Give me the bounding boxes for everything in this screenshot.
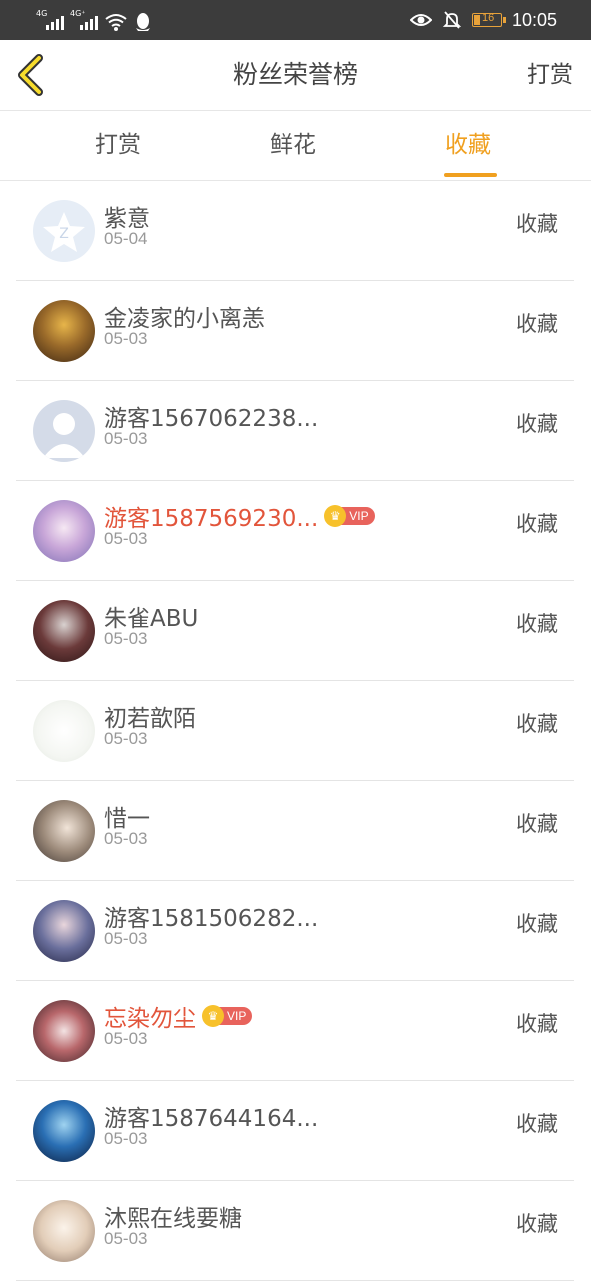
favorite-label: 收藏 — [516, 312, 558, 336]
avatar — [33, 1100, 95, 1162]
favorite-label: 收藏 — [516, 1212, 558, 1236]
signal-icon: 4G — [36, 10, 64, 32]
date: 05-03 — [104, 1029, 148, 1048]
list-item[interactable]: 金凌家的小离恙 05-03 收藏 — [16, 281, 574, 381]
list-item[interactable]: 沐熙在线要糖 05-03 收藏 — [16, 1181, 574, 1281]
user-name: 惜一 — [104, 806, 150, 832]
status-right: 16 10:05 — [409, 8, 557, 32]
app-header: 粉丝荣誉榜 打赏 — [0, 40, 591, 111]
status-bar: 4G 4G⁺ 16 10:05 — [0, 0, 591, 40]
user-name: 游客1567062238... — [104, 406, 319, 432]
date: 05-03 — [104, 1229, 148, 1248]
favorite-label: 收藏 — [516, 912, 558, 936]
vip-badge: ♛ VIP — [202, 1005, 253, 1027]
favorite-label: 收藏 — [516, 212, 558, 236]
status-left: 4G 4G⁺ — [36, 8, 152, 32]
favorite-label: 收藏 — [516, 412, 558, 436]
date: 05-03 — [104, 429, 148, 448]
avatar — [33, 800, 95, 862]
tab-bar: 打赏 鲜花 收藏 — [0, 111, 591, 181]
date: 05-03 — [104, 929, 148, 948]
date: 05-03 — [104, 1129, 148, 1148]
user-name: 朱雀ABU — [104, 606, 199, 632]
avatar — [33, 300, 95, 362]
user-name: 游客1587644164... — [104, 1106, 319, 1132]
avatar — [33, 900, 95, 962]
tab-reward[interactable]: 打赏 — [95, 129, 141, 161]
qq-icon — [136, 13, 150, 31]
avatar — [33, 600, 95, 662]
list-item[interactable]: 忘染勿尘 ♛ VIP 05-03 收藏 — [16, 981, 574, 1081]
tab-favorites[interactable]: 收藏 — [445, 129, 491, 161]
tab-flowers[interactable]: 鲜花 — [270, 129, 316, 161]
list-item[interactable]: 游客1587569230... ♛ VIP 05-03 收藏 — [16, 481, 574, 581]
crown-icon: ♛ — [202, 1005, 224, 1027]
list-item[interactable]: 朱雀ABU 05-03 收藏 — [16, 581, 574, 681]
user-name: 沐熙在线要糖 — [104, 1206, 242, 1232]
svg-text:Z: Z — [59, 226, 69, 242]
avatar — [33, 1200, 95, 1262]
avatar — [33, 1000, 95, 1062]
favorite-label: 收藏 — [516, 812, 558, 836]
signal-icon: 4G⁺ — [70, 10, 98, 32]
eye-icon — [409, 14, 432, 26]
date: 05-03 — [104, 329, 148, 348]
date: 05-03 — [104, 729, 148, 748]
avatar: Z — [33, 200, 95, 262]
list-item[interactable]: Z 紫意 05-04 收藏 — [16, 181, 574, 281]
favorite-label: 收藏 — [516, 712, 558, 736]
list-item[interactable]: 游客1567062238... 05-03 收藏 — [16, 381, 574, 481]
list-item[interactable]: 游客1581506282... 05-03 收藏 — [16, 881, 574, 981]
reward-button[interactable]: 打赏 — [527, 58, 573, 92]
page-title: 粉丝荣誉榜 — [232, 60, 358, 89]
favorite-label: 收藏 — [516, 1012, 558, 1036]
avatar — [33, 400, 95, 462]
battery-icon: 16 — [471, 12, 506, 27]
vip-badge: ♛ VIP — [324, 505, 375, 527]
favorite-label: 收藏 — [516, 1112, 558, 1136]
list-item[interactable]: 惜一 05-03 收藏 — [16, 781, 574, 881]
favorite-label: 收藏 — [516, 612, 558, 636]
user-name: 忘染勿尘 — [104, 1006, 196, 1032]
mute-bell-icon — [442, 11, 462, 29]
date: 05-04 — [104, 229, 148, 248]
favorite-label: 收藏 — [516, 512, 558, 536]
user-name: 紫意 — [104, 206, 150, 232]
active-tab-indicator — [444, 173, 497, 177]
date: 05-03 — [104, 529, 148, 548]
date: 05-03 — [104, 629, 148, 648]
date: 05-03 — [104, 829, 148, 848]
user-name: 金凌家的小离恙 — [104, 306, 265, 332]
list-item[interactable]: 游客1587644164... 05-03 收藏 — [16, 1081, 574, 1181]
list-item[interactable]: 初若歆陌 05-03 收藏 — [16, 681, 574, 781]
user-name: 游客1587569230... — [104, 506, 319, 532]
user-name: 游客1581506282... — [104, 906, 319, 932]
avatar — [33, 700, 95, 762]
user-name: 初若歆陌 — [104, 706, 196, 732]
avatar — [33, 500, 95, 562]
fan-list: Z 紫意 05-04 收藏 金凌家的小离恙 05-03 收藏 游客1567062… — [16, 181, 574, 1281]
wifi-icon — [105, 14, 127, 31]
clock: 10:05 — [511, 10, 557, 30]
